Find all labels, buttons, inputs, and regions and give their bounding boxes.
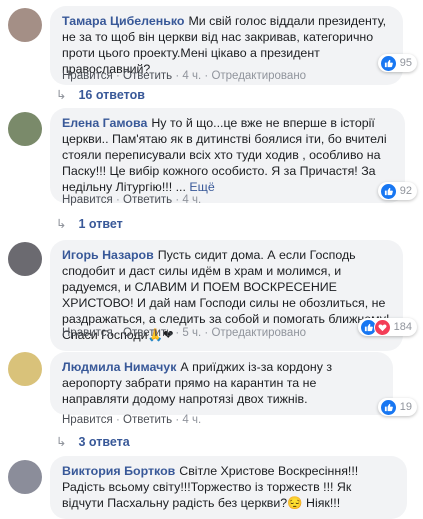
comment-author[interactable]: Игорь Назаров [62,248,154,262]
reply-arrow-icon: ↳ [56,435,67,449]
separator: · [175,327,180,339]
separator: · [175,414,180,426]
replies-count: 16 ответов [78,88,145,102]
separator: · [175,70,180,82]
reactions-summary[interactable]: 92 [377,182,417,200]
separator: · [204,70,209,82]
avatar[interactable] [8,242,42,276]
like-link[interactable]: Нравится [62,414,113,426]
comment-time[interactable]: 5 ч. [182,327,201,339]
separator: · [115,414,120,426]
comment-actions: Нравится · Ответить · 4 ч. · Отредактиро… [62,70,306,82]
reactions-summary[interactable]: 95 [377,54,417,72]
separator: · [204,327,209,339]
reply-arrow-icon: ↳ [56,217,67,231]
replies-count: 1 ответ [78,217,123,231]
reply-link[interactable]: Ответить [123,70,172,82]
reaction-count: 184 [393,321,412,333]
separator: · [175,194,180,206]
reaction-count: 19 [399,401,412,413]
like-link[interactable]: Нравится [62,70,113,82]
edited-label[interactable]: Отредактировано [211,327,306,339]
reply-arrow-icon: ↳ [56,88,67,102]
comment-time[interactable]: 4 ч. [182,414,201,426]
like-reaction-icon [379,182,397,200]
reaction-count: 95 [399,57,412,69]
reply-link[interactable]: Ответить [123,194,172,206]
reactions-summary[interactable]: 19 [377,398,417,416]
view-replies-link[interactable]: ↳ 16 ответов [56,87,145,102]
view-replies-link[interactable]: ↳ 1 ответ [56,216,123,231]
replies-count: 3 ответа [78,435,130,449]
avatar[interactable] [8,352,42,386]
like-reaction-icon [379,398,397,416]
avatar[interactable] [8,460,42,494]
separator: · [115,70,120,82]
comment-actions: Нравится · Ответить · 4 ч. [62,414,201,426]
comment-author[interactable]: Елена Гамова [62,116,147,130]
avatar[interactable] [8,112,42,146]
comment-actions: Нравится · Ответить · 5 ч. · Отредактиро… [62,327,306,339]
see-more-link[interactable]: Ещё [189,180,214,194]
comment-author[interactable]: Виктория Бортков [62,464,175,478]
comment-bubble: Людмила Нимачук А приїджих із-за кордону … [50,352,393,415]
like-link[interactable]: Нравится [62,194,113,206]
comment-author[interactable]: Людмила Нимачук [62,360,176,374]
separator: · [115,194,120,206]
like-link[interactable]: Нравится [62,327,113,339]
reply-link[interactable]: Ответить [123,327,172,339]
reply-link[interactable]: Ответить [123,414,172,426]
comment-bubble: Виктория Бортков Світле Христове Воскресі… [50,456,407,519]
view-replies-link[interactable]: ↳ 3 ответа [56,434,130,449]
reaction-count: 92 [399,185,412,197]
reactions-summary[interactable]: 184 [357,318,417,336]
comment-time[interactable]: 4 ч. [182,194,201,206]
comment-actions: Нравится · Ответить · 4 ч. [62,194,201,206]
comment-author[interactable]: Тамара Цибеленько [62,14,184,28]
edited-label[interactable]: Отредактировано [211,70,306,82]
comment-time[interactable]: 4 ч. [182,70,201,82]
like-reaction-icon [379,54,397,72]
comment-bubble: Елена Гамова Ну то й що...це вже не вперш… [50,108,405,203]
avatar[interactable] [8,8,42,42]
love-reaction-icon [373,318,391,336]
separator: · [115,327,120,339]
